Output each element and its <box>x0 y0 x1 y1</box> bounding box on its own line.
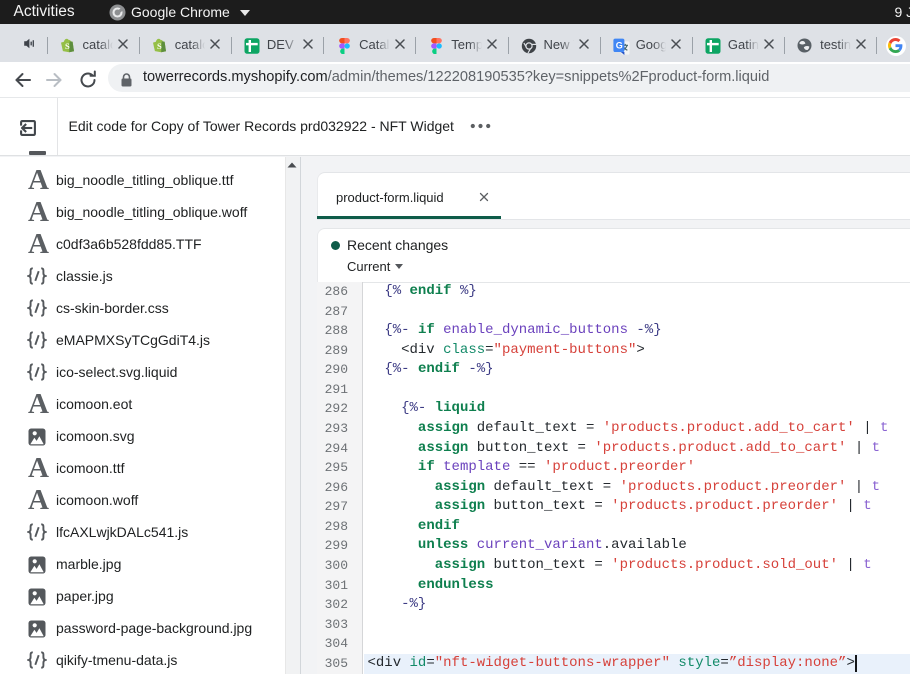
svg-text:S: S <box>157 41 162 51</box>
svg-text:G: G <box>615 40 622 50</box>
svg-text:S: S <box>65 41 70 51</box>
